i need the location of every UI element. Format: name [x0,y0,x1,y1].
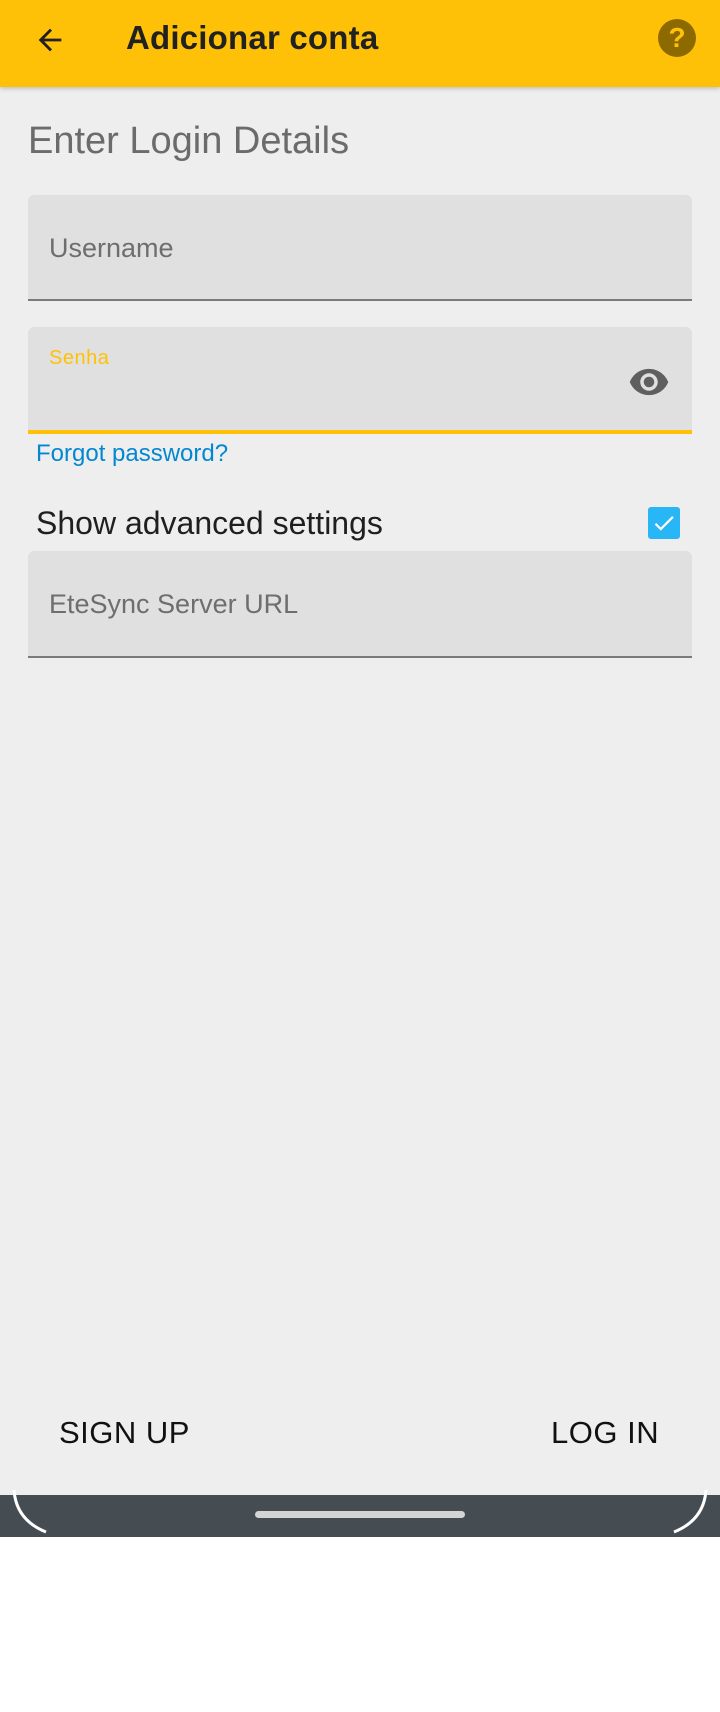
password-field[interactable]: Senha [28,327,692,434]
sign-up-button[interactable]: SIGN UP [59,1415,190,1451]
app-bar: Adicionar conta ? [0,0,720,87]
advanced-settings-checkbox[interactable] [648,507,680,539]
arrow-left-icon [38,28,62,52]
eye-icon[interactable] [628,361,670,403]
log-in-button[interactable]: LOG IN [551,1415,659,1451]
username-field[interactable]: Username [28,195,692,301]
help-button[interactable]: ? [658,19,696,57]
login-screen: Adicionar conta ? Enter Login Details Us… [0,0,720,1495]
server-url-placeholder: EteSync Server URL [49,589,299,619]
password-label: Senha [49,347,110,369]
section-title: Enter Login Details [28,120,350,162]
username-placeholder: Username [49,233,174,263]
help-circle-icon: ? [668,22,686,53]
checkmark-icon [654,516,674,531]
home-handle[interactable] [255,1511,465,1518]
system-navigation-bar [0,1495,720,1537]
app-title: Adicionar conta [126,19,379,56]
server-url-field[interactable]: EteSync Server URL [28,551,692,658]
back-button[interactable] [22,12,78,68]
forgot-password-link[interactable]: Forgot password? [36,440,228,468]
advanced-settings-label: Show advanced settings [36,505,383,541]
